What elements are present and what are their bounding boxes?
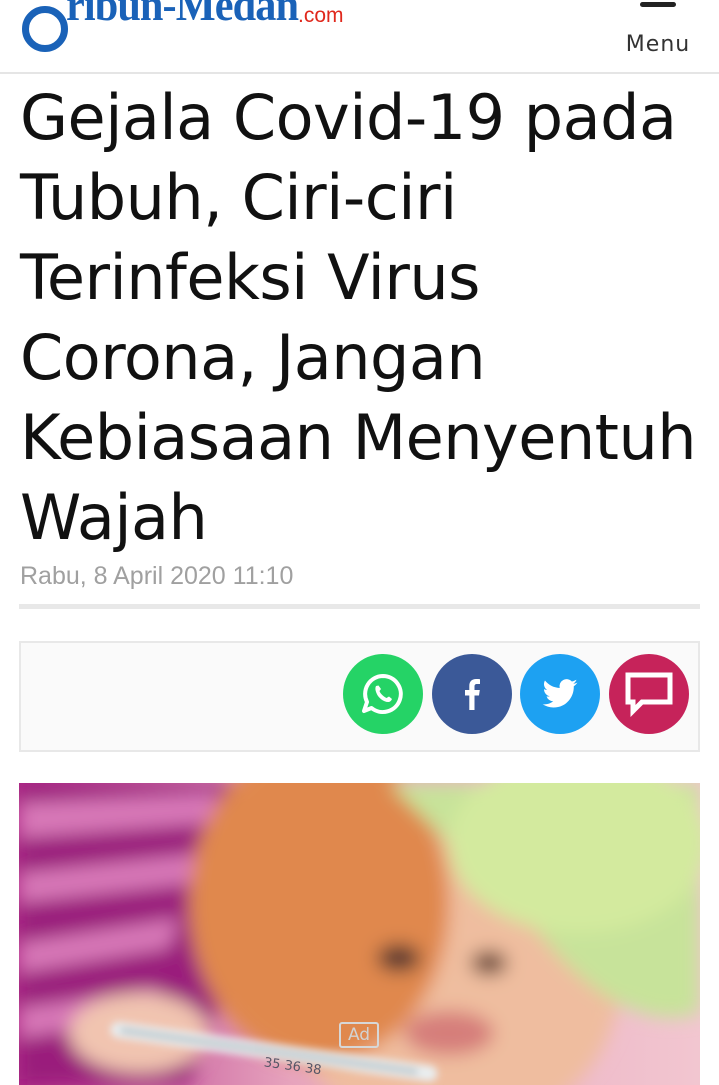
- whatsapp-share-button[interactable]: [343, 654, 423, 734]
- logo-emblem: [22, 6, 68, 52]
- site-header: ribun-Medan .com Menu: [0, 0, 719, 74]
- site-logo[interactable]: ribun-Medan .com: [22, 0, 344, 58]
- article-date: Rabu, 8 April 2020 11:10: [20, 562, 294, 590]
- comment-icon: [625, 672, 673, 717]
- article-title: Gejala Covid-19 pada Tubuh, Ciri-ciri Te…: [20, 81, 697, 554]
- facebook-share-button[interactable]: [432, 654, 512, 734]
- whatsapp-icon: [362, 674, 403, 714]
- comment-button[interactable]: [609, 654, 689, 734]
- menu-button[interactable]: Menu: [623, 0, 693, 70]
- twitter-icon: [542, 679, 578, 708]
- facebook-icon: [465, 679, 480, 710]
- twitter-share-button[interactable]: [520, 654, 600, 734]
- share-bar: [19, 641, 700, 752]
- menu-label: Menu: [625, 32, 691, 57]
- ad-badge: Ad: [339, 1022, 379, 1048]
- logo-domain: .com: [298, 4, 344, 27]
- hamburger-icon: [640, 2, 676, 7]
- logo-wordmark: ribun-Medan: [66, 0, 299, 30]
- divider: [19, 604, 700, 609]
